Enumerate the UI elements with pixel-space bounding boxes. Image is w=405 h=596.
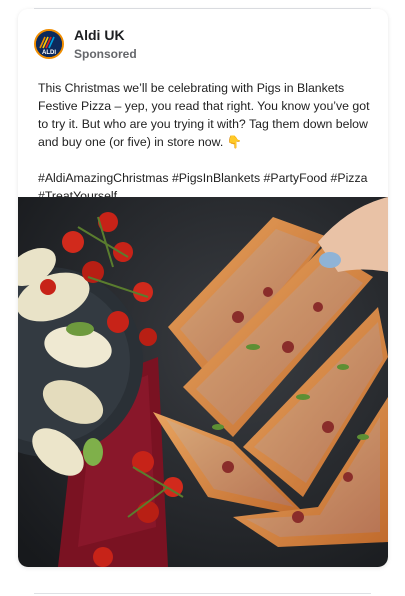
divider xyxy=(34,593,371,594)
aldi-logo-icon[interactable]: ALDI xyxy=(34,29,64,59)
post-header: ALDI Aldi UK Sponsored xyxy=(18,9,388,69)
author-name[interactable]: Aldi UK xyxy=(74,27,125,43)
sponsored-label[interactable]: Sponsored xyxy=(74,47,137,61)
sponsored-post-card: ALDI Aldi UK Sponsored This Christmas we… xyxy=(18,9,388,567)
pizza-photo[interactable] xyxy=(18,197,388,567)
post-text: This Christmas we’ll be celebrating with… xyxy=(38,79,378,205)
avatar-logo-text: ALDI xyxy=(42,50,56,56)
post-body: This Christmas we’ll be celebrating with… xyxy=(38,81,370,149)
feed-page: ALDI Aldi UK Sponsored This Christmas we… xyxy=(0,0,405,596)
